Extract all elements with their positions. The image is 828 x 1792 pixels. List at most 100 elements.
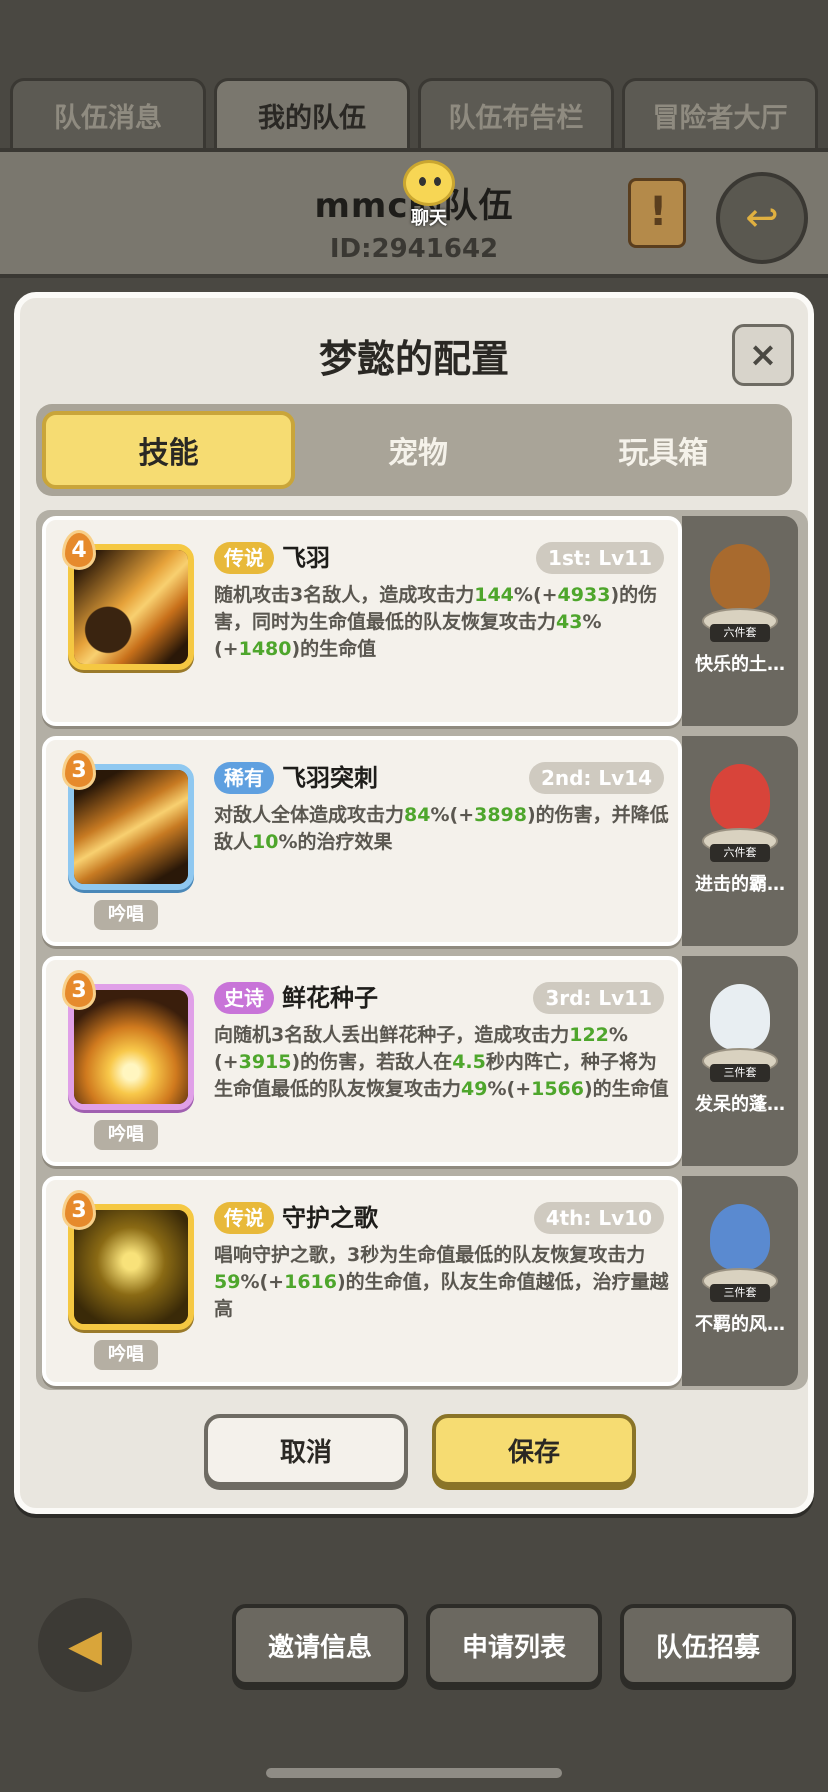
slot-level-tag: 1st: Lv11 [536,542,664,574]
desc-text: 唱响守护之歌，3秒为生命值最低的队友恢复攻击力 [214,1244,646,1266]
rarity-badge: 传说 [214,542,274,574]
desc-value: 10 [252,831,279,853]
pet-figure-icon [702,758,778,858]
modal-title: 梦懿的配置 [318,337,509,381]
chant-tag: 吟唱 [94,900,158,930]
notice-scroll-icon[interactable] [628,178,686,248]
desc-value: 49 [461,1078,488,1100]
desc-value: 3915 [238,1051,292,1073]
desc-text: 向随机3名敌人丢出鲜花种子，造成攻击力 [214,1024,570,1046]
application-list-button[interactable]: 申请列表 [426,1604,602,1686]
exit-team-button[interactable]: ↩ [716,172,808,264]
desc-text: 随机攻击3名敌人，造成攻击力 [214,584,475,606]
close-button[interactable]: × [732,324,794,386]
desc-value: 43 [556,611,583,633]
desc-value: 59 [214,1271,241,1293]
close-icon: × [748,335,778,375]
skill-card[interactable]: 3 吟唱 史诗 鲜花种子 3rd: Lv11 向随机3名敌人丢出鲜花种子，造成攻… [42,956,682,1166]
desc-text: 对敌人全体造成攻击力 [214,804,405,826]
tab-team-board[interactable]: 队伍布告栏 [418,78,614,150]
cancel-button[interactable]: 取消 [204,1414,408,1486]
pet-figure-icon [702,978,778,1078]
skill-row: 4 传说 飞羽 1st: Lv11 随机攻击3名敌人，造成攻击力144%(+49… [42,516,802,726]
save-button[interactable]: 保存 [432,1414,636,1486]
desc-text: %的治疗效果 [278,831,393,853]
desc-text: )的生命值 [584,1078,669,1100]
desc-text: %(+ [430,804,475,826]
exit-arrow-icon: ↩ [745,195,779,241]
pet-figure-icon [702,1198,778,1298]
desc-text: %(+ [240,1271,285,1293]
desc-value: 144 [474,584,514,606]
desc-text: %(+ [513,584,558,606]
skill-description: 唱响守护之歌，3秒为生命值最低的队友恢复攻击力59%(+1616)的生命值，队友… [214,1242,674,1323]
chant-tag: 吟唱 [94,1340,158,1370]
pet-name: 不羁的风… [695,1314,785,1335]
skill-description: 向随机3名敌人丢出鲜花种子，造成攻击力122 %(+ 3915)的伤害，若敌人在4.… [214,1022,674,1103]
desc-value: 4933 [557,584,611,606]
level-badge: 3 [62,970,96,1010]
invite-info-button[interactable]: 邀请信息 [232,1604,408,1686]
rarity-badge: 史诗 [214,982,274,1014]
pet-figure-icon [702,538,778,638]
team-id: ID:2941642 [329,234,499,264]
tab-toybox[interactable]: 玩具箱 [541,411,786,489]
category-tabs: 技能 宠物 玩具箱 [36,404,792,496]
skill-name: 飞羽突刺 [282,764,378,792]
skill-name: 鲜花种子 [282,984,378,1012]
skill-description: 对敌人全体造成攻击力84%(+3898)的伤害，并降低敌人10%的治疗效果 [214,802,674,856]
level-badge: 4 [62,530,96,570]
pet-card[interactable]: 三件套 发呆的蓬… [682,956,798,1166]
pet-card[interactable]: 六件套 进击的霸… [682,736,798,946]
pet-name: 发呆的蓬… [695,1094,785,1115]
skill-row: 3 吟唱 稀有 飞羽突刺 2nd: Lv14 对敌人全体造成攻击力84%(+38… [42,736,802,946]
skill-row: 3 吟唱 传说 守护之歌 4th: Lv10 唱响守护之歌，3秒为生命值最低的队… [42,1176,802,1386]
home-indicator [266,1768,562,1778]
pet-name: 快乐的土… [695,654,785,675]
slot-level-tag: 2nd: Lv14 [528,762,664,794]
skill-name: 飞羽 [282,544,330,572]
desc-value: 122 [569,1024,609,1046]
pet-name: 进击的霸… [695,874,785,895]
chat-face-icon [403,160,455,206]
skill-row: 3 吟唱 史诗 鲜花种子 3rd: Lv11 向随机3名敌人丢出鲜花种子，造成攻… [42,956,802,1166]
slot-level-tag: 3rd: Lv11 [533,982,664,1014]
pet-set-badge: 三件套 [710,1064,770,1082]
team-recruit-button[interactable]: 队伍招募 [620,1604,796,1686]
chant-tag: 吟唱 [94,1120,158,1150]
desc-value: 84 [404,804,431,826]
skill-list: 4 传说 飞羽 1st: Lv11 随机攻击3名敌人，造成攻击力144%(+49… [36,510,808,1390]
back-button[interactable]: ◀ [38,1598,132,1692]
pet-set-badge: 六件套 [710,624,770,642]
pet-set-badge: 六件套 [710,844,770,862]
chat-label: 聊天 [411,208,447,229]
rarity-badge: 传说 [214,1202,274,1234]
skill-description: 随机攻击3名敌人，造成攻击力144%(+4933)的伤害，同时为生命值最低的队友… [214,582,674,663]
tab-team-messages[interactable]: 队伍消息 [10,78,206,150]
skill-card[interactable]: 3 吟唱 稀有 飞羽突刺 2nd: Lv14 对敌人全体造成攻击力84%(+38… [42,736,682,946]
pet-card[interactable]: 六件套 快乐的土… [682,516,798,726]
slot-level-tag: 4th: Lv10 [533,1202,664,1234]
skill-card[interactable]: 3 吟唱 传说 守护之歌 4th: Lv10 唱响守护之歌，3秒为生命值最低的队… [42,1176,682,1386]
desc-value: 1616 [284,1271,337,1293]
desc-text: )的生命值 [291,638,377,660]
chat-button[interactable]: 聊天 [400,160,458,229]
tab-adventurer-hall[interactable]: 冒险者大厅 [622,78,818,150]
desc-value: 1566 [531,1078,584,1100]
tab-my-team[interactable]: 我的队伍 [214,78,410,150]
level-badge: 3 [62,1190,96,1230]
level-badge: 3 [62,750,96,790]
skill-card[interactable]: 4 传说 飞羽 1st: Lv11 随机攻击3名敌人，造成攻击力144%(+49… [42,516,682,726]
desc-value: 4.5 [452,1051,486,1073]
pet-set-badge: 三件套 [710,1284,770,1302]
tab-skills[interactable]: 技能 [42,411,296,489]
pet-card[interactable]: 三件套 不羁的风… [682,1176,798,1386]
desc-value: 3898 [474,804,527,826]
config-modal: 梦懿的配置 × 技能 宠物 玩具箱 4 传说 飞羽 1st: Lv11 随机攻击… [14,292,814,1514]
top-tab-bar: 队伍消息 我的队伍 队伍布告栏 冒险者大厅 [10,78,818,150]
desc-text: )的伤害，若敌人在 [291,1051,453,1073]
tab-pets[interactable]: 宠物 [295,411,540,489]
desc-text: %(+ [487,1078,532,1100]
arrow-left-icon: ◀ [68,1619,102,1671]
skill-name: 守护之歌 [282,1204,378,1232]
